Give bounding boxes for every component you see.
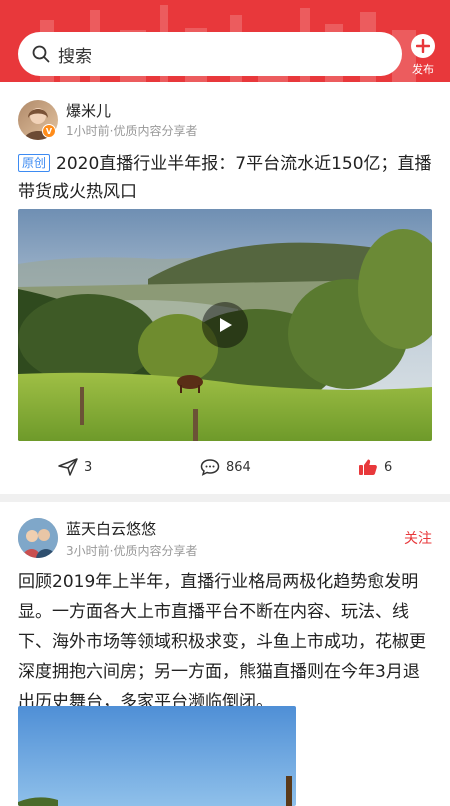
search-icon [32, 45, 50, 63]
photo-image [18, 706, 296, 806]
play-button[interactable] [202, 302, 248, 348]
post-photo[interactable] [18, 706, 296, 806]
post-meta: 1小时前·优质内容分享者 [66, 124, 198, 138]
publish-button[interactable]: 发布 [404, 34, 442, 77]
send-icon [58, 458, 78, 476]
comment-button[interactable]: 864 [200, 458, 251, 476]
post-username[interactable]: 蓝天白云悠悠 [66, 518, 156, 539]
like-count: 6 [384, 459, 393, 475]
post-body-text[interactable]: 回顾2019年上半年，直播行业格局两极化趋势愈发明显。一方面各大上市直播平台不断… [18, 567, 432, 717]
share-button[interactable]: 3 [58, 458, 92, 476]
post-meta: 3小时前·优质内容分享者 [66, 544, 198, 558]
avatar[interactable] [18, 518, 58, 558]
feed-divider [0, 494, 450, 502]
feed-post[interactable]: V 爆米儿 1小时前·优质内容分享者 原创 2020直播行业半年报：7平台流水近1… [0, 82, 450, 494]
post-title-text: 2020直播行业半年报：7平台流水近150亿；直播带货成火热风口 [18, 154, 432, 202]
comment-icon [200, 459, 220, 476]
top-header: 搜索 发布 [0, 0, 450, 82]
search-placeholder: 搜索 [58, 46, 92, 67]
follow-button[interactable]: 关注 [404, 528, 432, 548]
play-icon [220, 318, 232, 332]
plus-icon [411, 34, 435, 58]
search-bar[interactable]: 搜索 [18, 32, 402, 76]
feed-post[interactable]: 蓝天白云悠悠 3小时前·优质内容分享者 关注 回顾2019年上半年，直播行业格局… [0, 502, 450, 806]
post-title[interactable]: 原创 2020直播行业半年报：7平台流水近150亿；直播带货成火热风口 [18, 150, 438, 206]
comment-count: 864 [226, 459, 251, 475]
post-actions: 3 864 6 [0, 452, 450, 484]
thumbs-up-icon [359, 459, 377, 475]
like-button[interactable]: 6 [358, 458, 392, 476]
video-thumbnail[interactable] [18, 209, 432, 441]
post-username[interactable]: 爆米儿 [66, 100, 111, 121]
original-tag: 原创 [18, 154, 51, 172]
share-count: 3 [84, 459, 93, 475]
verified-badge: V [42, 124, 56, 138]
publish-label: 发布 [412, 63, 434, 76]
